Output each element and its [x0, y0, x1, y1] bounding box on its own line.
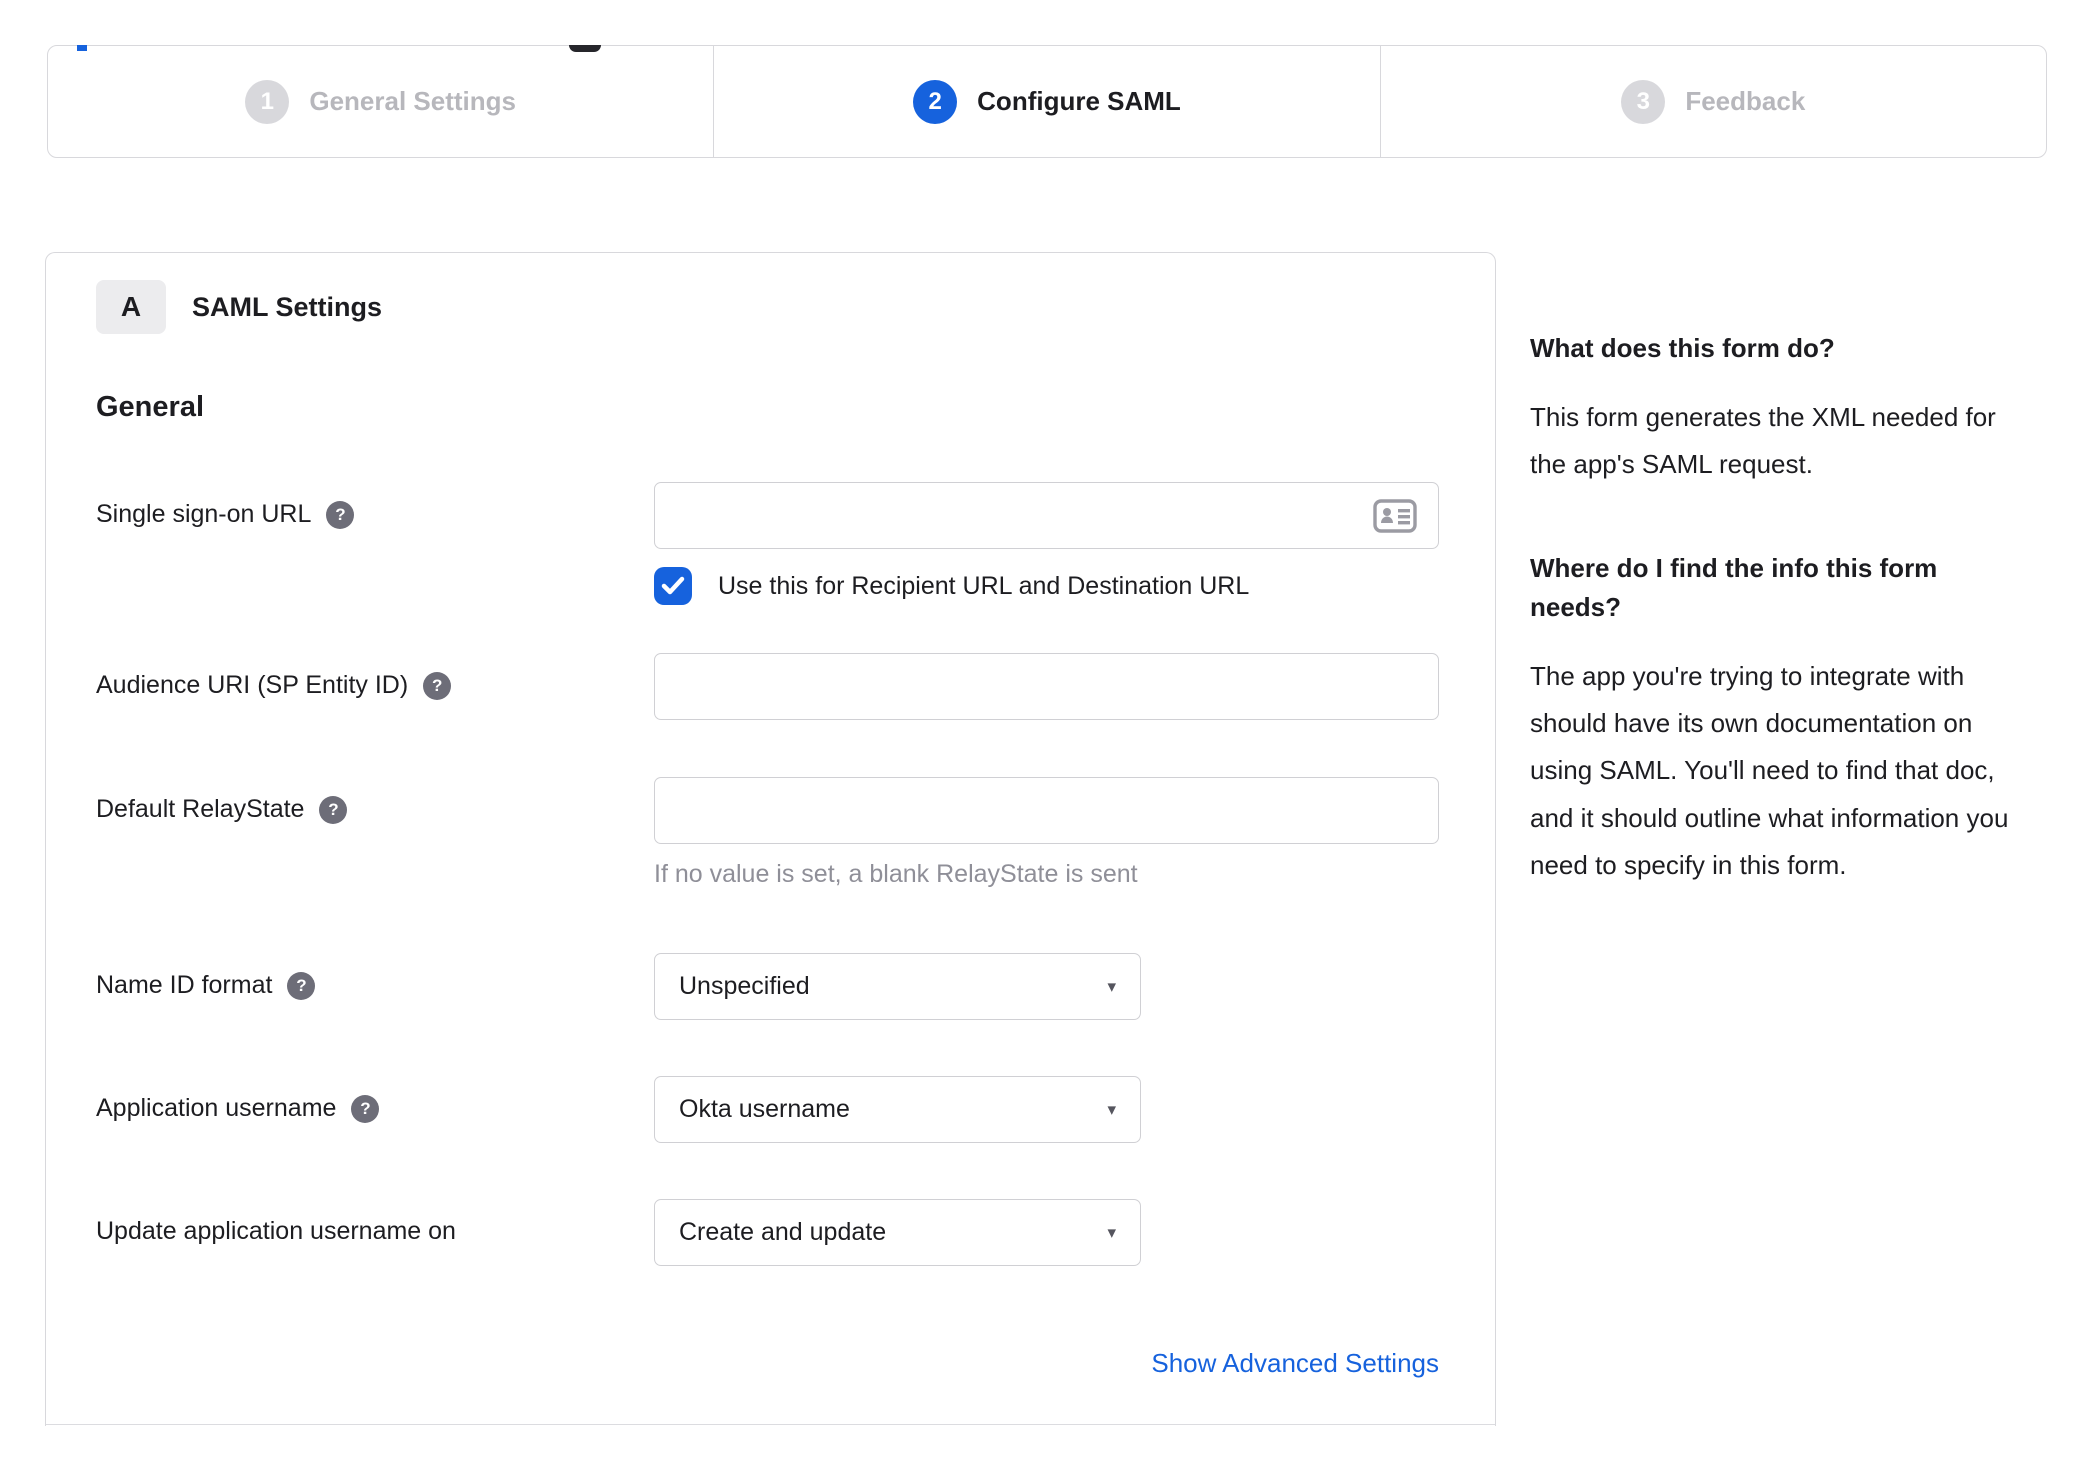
help-icon[interactable]: ?: [351, 1095, 380, 1123]
chevron-down-icon: ▾: [1107, 976, 1116, 996]
contact-card-icon: [1373, 498, 1417, 533]
group-title: General: [96, 391, 204, 423]
help-icon[interactable]: ?: [423, 672, 452, 700]
step-number-badge: 3: [1621, 79, 1666, 124]
field-row-audience-uri: Audience URI (SP Entity ID) ?: [96, 653, 1439, 720]
field-label: Name ID format: [96, 971, 273, 999]
select-value: Create and update: [679, 1218, 887, 1246]
chevron-down-icon: ▾: [1107, 1099, 1116, 1119]
select-value: Unspecified: [679, 972, 810, 1000]
recipient-url-checkbox-row: Use this for Recipient URL and Destinati…: [654, 567, 1439, 605]
cropped-header-artifact-blue: [77, 45, 87, 51]
field-row-name-id-format: Name ID format ? Unspecified ▾: [96, 953, 1439, 1020]
sidebar-body-where: The app you're trying to integrate with …: [1530, 660, 2009, 880]
sidebar-heading-where: Where do I find the info this form needs…: [1530, 552, 1938, 622]
field-label: Single sign-on URL: [96, 500, 312, 528]
field-label: Default RelayState: [96, 795, 305, 823]
step-number-badge: 1: [245, 79, 290, 124]
sidebar-heading-what: What does this form do?: [1530, 333, 1835, 363]
section-title: SAML Settings: [192, 291, 383, 322]
chevron-down-icon: ▾: [1107, 1222, 1116, 1242]
section-badge: A: [96, 280, 166, 334]
update-application-username-select[interactable]: Create and update ▾: [654, 1199, 1141, 1266]
step-feedback[interactable]: 3 Feedback: [1379, 46, 2046, 157]
application-username-select[interactable]: Okta username ▾: [654, 1076, 1141, 1143]
wizard-stepper: 1 General Settings 2 Configure SAML 3 Fe…: [47, 45, 2047, 158]
saml-settings-panel: A SAML Settings General Single sign-on U…: [45, 252, 1496, 1426]
checkbox-label: Use this for Recipient URL and Destinati…: [718, 571, 1250, 600]
field-row-application-username: Application username ? Okta username ▾: [96, 1076, 1439, 1143]
sidebar-body-what: This form generates the XML needed for t…: [1530, 402, 1996, 480]
default-relaystate-input[interactable]: [654, 777, 1439, 844]
step-configure-saml[interactable]: 2 Configure SAML: [713, 46, 1379, 157]
select-value: Okta username: [679, 1095, 850, 1123]
name-id-format-select[interactable]: Unspecified ▾: [654, 953, 1141, 1020]
field-label: Audience URI (SP Entity ID): [96, 671, 409, 699]
content-area: A SAML Settings General Single sign-on U…: [0, 252, 2092, 1426]
audience-uri-input[interactable]: [654, 653, 1439, 720]
help-icon[interactable]: ?: [287, 972, 316, 1000]
help-icon[interactable]: ?: [326, 501, 355, 529]
single-sign-on-url-input[interactable]: [654, 482, 1439, 549]
cropped-header-artifact-dark: [569, 45, 601, 52]
field-row-default-relaystate: Default RelayState ? If no value is set,…: [96, 777, 1439, 889]
help-icon[interactable]: ?: [319, 796, 348, 824]
step-general-settings[interactable]: 1 General Settings: [48, 46, 713, 157]
field-label: Update application username on: [96, 1217, 456, 1245]
field-row-single-sign-on-url: Single sign-on URL ? Use this for Recipi…: [96, 482, 1439, 605]
relaystate-hint: If no value is set, a blank RelayState i…: [654, 860, 1138, 888]
panel-bottom-divider: [46, 1424, 1495, 1425]
field-label: Application username: [96, 1094, 337, 1122]
step-number-badge: 2: [913, 79, 958, 124]
step-label: Configure SAML: [977, 86, 1181, 116]
step-label: Feedback: [1685, 86, 1806, 116]
show-advanced-settings-link[interactable]: Show Advanced Settings: [1151, 1348, 1439, 1379]
use-for-recipient-checkbox[interactable]: [654, 567, 692, 605]
help-sidebar: What does this form do? This form genera…: [1530, 252, 2035, 949]
panel-header: A SAML Settings: [96, 280, 1439, 334]
step-label: General Settings: [309, 86, 516, 116]
field-row-update-application-username: Update application username on Create an…: [96, 1199, 1439, 1266]
